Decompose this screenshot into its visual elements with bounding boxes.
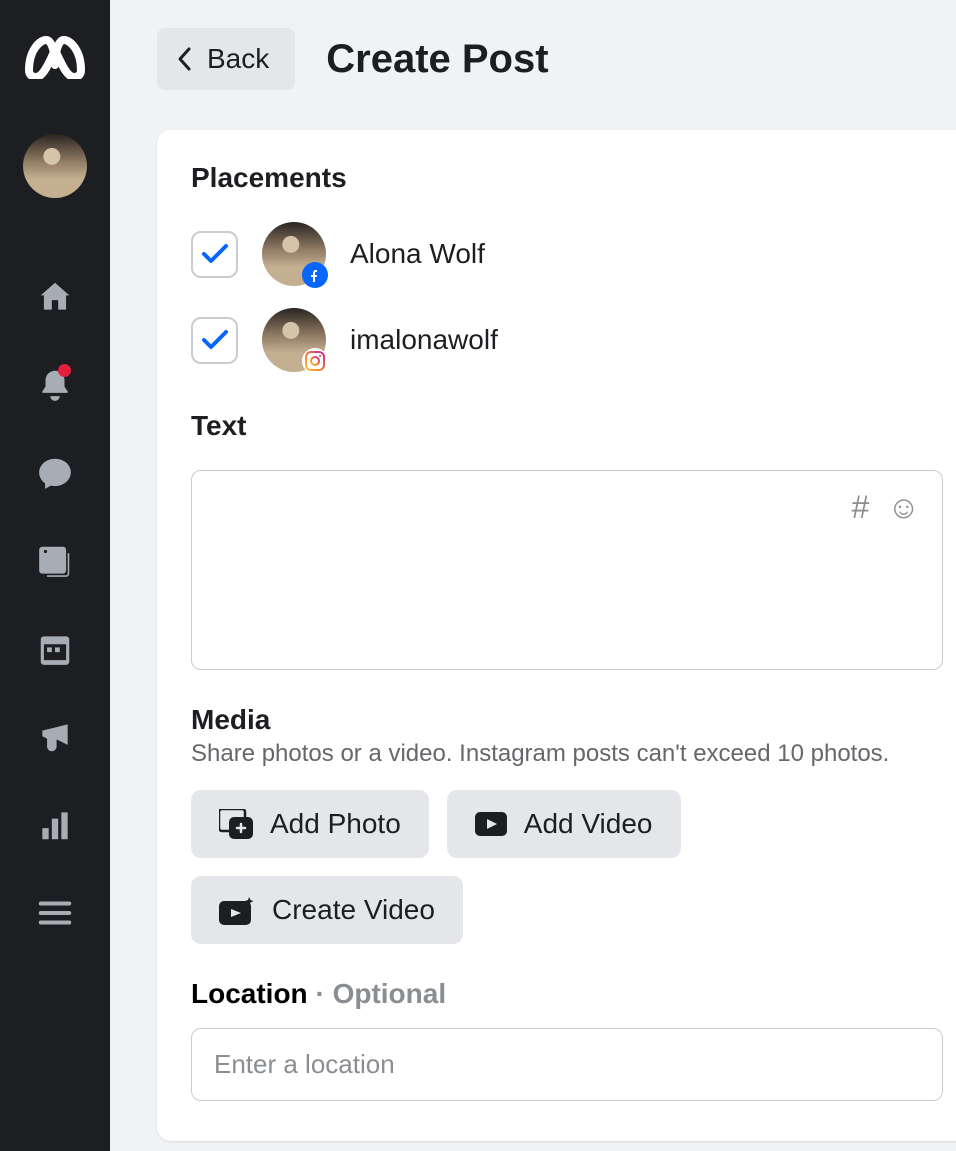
media-subtitle: Share photos or a video. Instagram posts… — [191, 740, 943, 768]
location-heading: Location · Optional — [191, 978, 943, 1010]
placement-avatar — [262, 308, 326, 372]
home-icon — [36, 278, 74, 316]
emoji-icon[interactable]: ☺ — [887, 489, 920, 526]
hashtag-icon[interactable]: # — [852, 489, 870, 526]
text-section: Text # ☺ — [191, 410, 943, 670]
posts-icon — [36, 542, 74, 580]
create-video-label: Create Video — [272, 894, 435, 926]
user-avatar[interactable] — [23, 134, 87, 198]
create-post-card: Placements Alona Wolf — [157, 130, 956, 1141]
meta-logo[interactable] — [22, 35, 88, 84]
add-video-icon — [475, 812, 507, 836]
calendar-icon — [36, 630, 74, 668]
check-icon — [201, 329, 229, 351]
instagram-badge-icon — [302, 348, 328, 374]
placement-name: Alona Wolf — [350, 238, 485, 270]
bars-icon — [36, 806, 74, 844]
sidebar — [0, 0, 110, 1151]
facebook-badge-icon — [302, 262, 328, 288]
chat-icon — [36, 454, 74, 492]
topbar: Back Create Post — [157, 28, 956, 90]
add-video-button[interactable]: Add Video — [447, 790, 681, 858]
megaphone-icon — [36, 718, 74, 756]
sidebar-item-ads[interactable] — [0, 693, 110, 781]
placement-avatar — [262, 222, 326, 286]
placement-instagram: imalonawolf — [191, 308, 943, 372]
add-photo-label: Add Photo — [270, 808, 401, 840]
sidebar-item-messages[interactable] — [0, 429, 110, 517]
placement-name: imalonawolf — [350, 324, 498, 356]
media-heading: Media — [191, 704, 943, 736]
text-heading: Text — [191, 410, 943, 442]
back-label: Back — [207, 43, 269, 75]
add-photo-icon — [219, 809, 253, 839]
sidebar-item-posts[interactable] — [0, 517, 110, 605]
main-content: Back Create Post Placements Alona Wolf — [110, 0, 956, 1151]
chevron-left-icon — [175, 45, 195, 73]
add-video-label: Add Video — [524, 808, 653, 840]
media-buttons: Add Photo Add Video Create Video — [191, 790, 943, 944]
back-button[interactable]: Back — [157, 28, 295, 90]
checkbox-instagram[interactable] — [191, 317, 238, 364]
text-tools: # ☺ — [852, 489, 920, 526]
page-title: Create Post — [326, 37, 548, 82]
sidebar-item-home[interactable] — [0, 253, 110, 341]
sidebar-item-notifications[interactable] — [0, 341, 110, 429]
hamburger-icon — [36, 894, 74, 932]
placements-heading: Placements — [191, 162, 943, 194]
create-video-button[interactable]: Create Video — [191, 876, 463, 944]
sidebar-item-planner[interactable] — [0, 605, 110, 693]
add-photo-button[interactable]: Add Photo — [191, 790, 429, 858]
media-section: Media Share photos or a video. Instagram… — [191, 704, 943, 944]
checkbox-facebook[interactable] — [191, 231, 238, 278]
sidebar-item-insights[interactable] — [0, 781, 110, 869]
sidebar-item-menu[interactable] — [0, 869, 110, 957]
post-text-input[interactable]: # ☺ — [191, 470, 943, 670]
create-video-icon — [219, 895, 255, 925]
check-icon — [201, 243, 229, 265]
location-section: Location · Optional — [191, 978, 943, 1101]
notification-badge — [58, 364, 71, 377]
placement-facebook: Alona Wolf — [191, 222, 943, 286]
location-input[interactable] — [191, 1028, 943, 1101]
